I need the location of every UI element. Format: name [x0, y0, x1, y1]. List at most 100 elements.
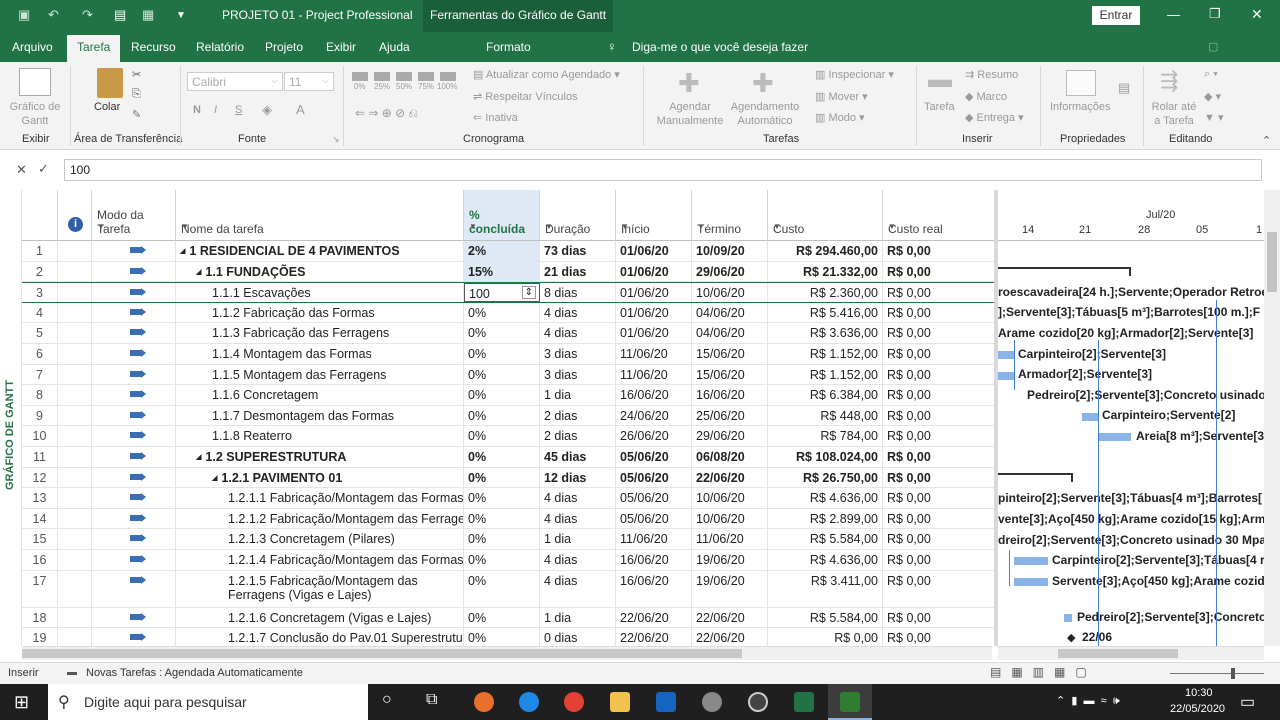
cell-mode[interactable] [92, 447, 176, 467]
summary-bar[interactable] [998, 267, 1130, 269]
cell-name[interactable]: 1.1.8 Reaterro [176, 426, 464, 446]
cell-actual[interactable]: R$ 0,00 [883, 385, 996, 405]
gantt-bar[interactable] [1014, 557, 1048, 565]
pct-75-button[interactable] [418, 72, 434, 81]
cell-cost[interactable]: R$ 2.899,00 [768, 508, 883, 529]
cell-end[interactable]: 04/06/20 [692, 323, 768, 343]
cell-end[interactable]: 15/06/20 [692, 344, 768, 364]
gantt-bar[interactable] [1082, 413, 1098, 421]
cell-mode[interactable] [92, 302, 176, 323]
cell-info[interactable] [58, 570, 92, 607]
clock-app-icon[interactable] [748, 692, 768, 712]
cell-cost[interactable]: R$ 0,00 [768, 628, 883, 646]
cell-actual[interactable]: R$ 0,00 [883, 323, 996, 343]
cell-start[interactable]: 24/06/20 [616, 405, 692, 426]
cell-dur[interactable]: 21 dias [540, 261, 616, 282]
cell-start[interactable]: 01/06/20 [616, 241, 692, 261]
excel-icon[interactable] [794, 692, 814, 712]
filter-dropdown-icon[interactable]: ▼ [697, 220, 762, 234]
cell-dur[interactable]: 2 dias [540, 405, 616, 426]
gantt-bar[interactable] [1014, 578, 1048, 586]
row-number[interactable]: 4 [22, 302, 58, 323]
column-header-mode[interactable]: Modo da Tarefa ▼ [92, 190, 176, 241]
cell-start[interactable]: 05/06/20 [616, 508, 692, 529]
cell-pct[interactable]: 0% [464, 344, 540, 364]
new-tasks-status[interactable]: Novas Tarefas : Agendada Automaticamente [86, 667, 303, 679]
save-icon[interactable]: ▣ [18, 7, 30, 23]
pct-50-button[interactable] [396, 72, 412, 81]
cell-dur[interactable]: 1 dia [540, 607, 616, 628]
task-row[interactable]: 16 1.2.1.4 Fabricação/Montagem das Formas… [22, 550, 996, 571]
column-header-n[interactable] [22, 190, 58, 241]
row-number[interactable]: 13 [22, 488, 58, 508]
inactivate-button[interactable]: ⇐ Inativa [473, 111, 518, 124]
collapse-triangle-icon[interactable]: ◢ [180, 248, 185, 255]
cell-start[interactable]: 16/06/20 [616, 570, 692, 607]
cell-pct[interactable]: 15% [464, 261, 540, 282]
cell-cost[interactable]: R$ 3.636,00 [768, 323, 883, 343]
cell-start[interactable]: 16/06/20 [616, 550, 692, 570]
project-taskbar-item[interactable] [828, 684, 872, 720]
gantt-bar[interactable] [998, 351, 1014, 359]
information-button[interactable]: Informações [1050, 100, 1111, 114]
cell-end[interactable]: 04/06/20 [692, 302, 768, 323]
cell-actual[interactable]: R$ 0,00 [883, 261, 996, 282]
row-number[interactable]: 17 [22, 570, 58, 607]
cell-start[interactable]: 26/06/20 [616, 426, 692, 446]
cell-name[interactable]: 1.1.5 Montagem das Ferragens [176, 364, 464, 385]
cell-cost[interactable]: R$ 3.411,00 [768, 570, 883, 607]
minimize-button[interactable]: — [1167, 7, 1180, 22]
cell-end[interactable]: 22/06/20 [692, 607, 768, 628]
font-color-icon[interactable]: A [296, 102, 305, 117]
cell-cost[interactable]: R$ 1.152,00 [768, 344, 883, 364]
cell-start[interactable]: 11/06/20 [616, 344, 692, 364]
cell-name[interactable]: 1.2.1.1 Fabricação/Montagem das Formas [176, 488, 464, 508]
clear-icon[interactable]: ◆ ▾ [1204, 90, 1221, 103]
edge-icon[interactable] [519, 692, 539, 712]
view-icon[interactable]: ▦ [142, 7, 154, 23]
cell-mode[interactable] [92, 570, 176, 607]
row-number[interactable]: 9 [22, 405, 58, 426]
task-row[interactable]: 1 ◢ 1 RESIDENCIAL DE 4 PAVIMENTOS 2% 73 dias… [22, 241, 996, 262]
scroll-to-task-button[interactable]: Rolar até a Tarefa [1148, 100, 1200, 128]
task-row[interactable]: 12 ◢ 1.2.1 PAVIMENTO 01 0% 12 dias 05/06/20 22… [22, 467, 996, 489]
cell-dur[interactable]: 4 dias [540, 570, 616, 607]
task-row[interactable]: 19 1.2.1.7 Conclusão do Pav.01 Superestru… [22, 628, 996, 646]
cell-name[interactable]: 1.2.1.7 Conclusão do Pav.01 Superestrutu… [176, 628, 464, 646]
cancel-entry-button[interactable]: ✕ [16, 162, 27, 178]
cell-mode[interactable] [92, 488, 176, 508]
ribbon-display-icon[interactable]: ▢ [1208, 40, 1218, 53]
restore-button[interactable]: ❐ [1209, 6, 1221, 22]
cell-mode[interactable] [92, 364, 176, 385]
cell-start[interactable]: 22/06/20 [616, 628, 692, 646]
cell-info[interactable] [58, 364, 92, 385]
task-row[interactable]: 6 1.1.4 Montagem das Formas 0% 3 dias 11/06/… [22, 344, 996, 365]
collapse-triangle-icon[interactable]: ◢ [196, 454, 201, 461]
cell-cost[interactable]: R$ 6.384,00 [768, 385, 883, 405]
cell-end[interactable]: 29/06/20 [692, 426, 768, 446]
cell-pct[interactable]: 0% [464, 607, 540, 628]
inspect-button[interactable]: ▥ Inspecionar ▾ [815, 68, 894, 81]
row-number[interactable]: 14 [22, 508, 58, 529]
cell-mode[interactable] [92, 628, 176, 646]
cell-actual[interactable]: R$ 0,00 [883, 344, 996, 364]
redo-icon[interactable]: ↷ [82, 7, 93, 23]
collapse-triangle-icon[interactable]: ◢ [212, 475, 217, 482]
cell-start[interactable]: 01/06/20 [616, 302, 692, 323]
cell-end[interactable]: 29/06/20 [692, 261, 768, 282]
tab-relatorio[interactable]: Relatório [196, 40, 244, 54]
cell-mode[interactable] [92, 283, 176, 302]
filter-dropdown-icon[interactable]: ▼ [888, 220, 990, 234]
cell-dur[interactable]: 3 dias [540, 344, 616, 364]
cell-name[interactable]: ◢ 1 RESIDENCIAL DE 4 PAVIMENTOS [176, 241, 464, 261]
dialog-launcher-icon[interactable]: ↘ [332, 134, 340, 145]
cell-pct[interactable]: 0% [464, 467, 540, 488]
cell-info[interactable] [58, 467, 92, 488]
background-color-icon[interactable]: ◈ [262, 102, 272, 118]
scroll-thumb[interactable] [1267, 232, 1277, 292]
scroll-thumb[interactable] [1058, 649, 1178, 658]
cell-start[interactable]: 05/06/20 [616, 447, 692, 467]
cell-dur[interactable]: 1 dia [540, 385, 616, 405]
spinner-icon[interactable]: ⇕ [521, 286, 536, 300]
column-header-actual[interactable]: Custo real ▼ [883, 190, 996, 241]
